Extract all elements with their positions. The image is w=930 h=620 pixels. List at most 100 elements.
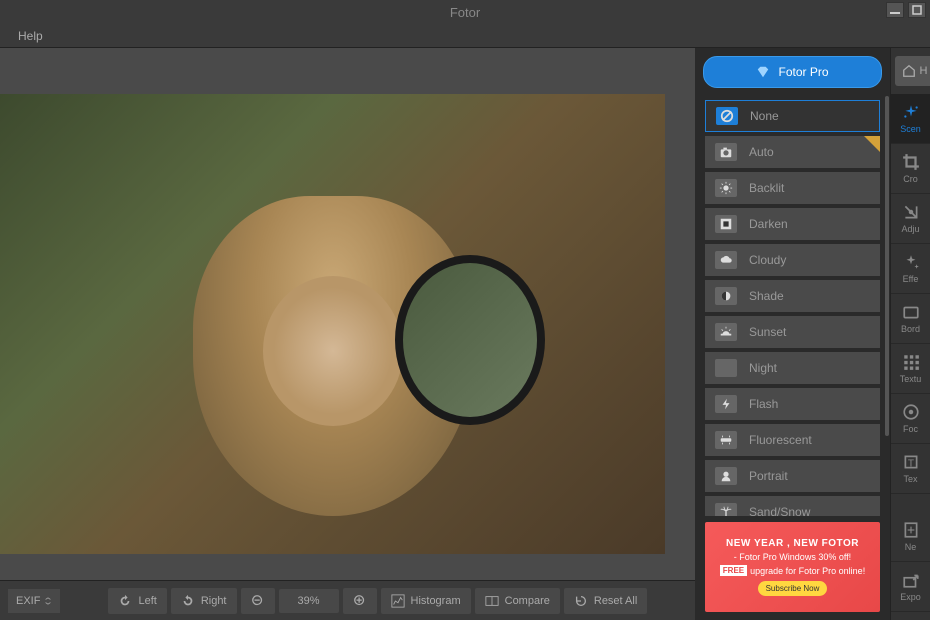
menubar: Help xyxy=(0,24,930,48)
rotate-right-button[interactable]: Right xyxy=(171,588,237,614)
reset-all-button[interactable]: Reset All xyxy=(564,588,647,614)
compare-icon xyxy=(485,594,499,608)
preset-label: None xyxy=(750,109,779,123)
texture-icon xyxy=(902,353,920,371)
bottom-toolbar: EXIF Left Right 39% His xyxy=(0,580,695,620)
preset-label: Sunset xyxy=(749,325,786,339)
maximize-button[interactable] xyxy=(908,2,926,18)
tool-label: Expo xyxy=(900,592,921,602)
reset-icon xyxy=(574,594,588,608)
histogram-icon xyxy=(391,594,405,608)
tool-label: Ne xyxy=(905,542,917,552)
focus-icon xyxy=(902,403,920,421)
tool-label: Adju xyxy=(901,224,919,234)
exif-button[interactable]: EXIF xyxy=(8,589,60,613)
border-icon xyxy=(902,303,920,321)
sunset-icon xyxy=(715,323,737,341)
moon-icon xyxy=(715,359,737,377)
preset-darken[interactable]: Darken xyxy=(705,208,880,240)
effects-icon xyxy=(902,253,920,271)
tool-effects[interactable]: Effe xyxy=(891,244,930,294)
tool-new[interactable]: Ne xyxy=(891,512,930,562)
menu-help[interactable]: Help xyxy=(10,25,51,47)
text-icon: T xyxy=(902,453,920,471)
tool-label: Effe xyxy=(903,274,919,284)
preset-label: Portrait xyxy=(749,469,788,483)
preset-cloudy[interactable]: Cloudy xyxy=(705,244,880,276)
preset-label: Flash xyxy=(749,397,778,411)
canvas-area: EXIF Left Right 39% His xyxy=(0,48,695,620)
home-icon xyxy=(902,64,916,78)
portrait-icon xyxy=(715,467,737,485)
compare-button[interactable]: Compare xyxy=(475,588,560,614)
zoom-in-icon xyxy=(353,594,367,608)
minimize-button[interactable] xyxy=(886,2,904,18)
canvas-viewport[interactable] xyxy=(0,48,695,580)
diamond-icon xyxy=(756,65,770,79)
preset-list: None Auto Backlit Darken Cloudy Shade Sunset Ni… xyxy=(695,96,890,516)
export-icon xyxy=(902,571,920,589)
preset-label: Shade xyxy=(749,289,784,303)
scrollbar[interactable] xyxy=(885,96,889,436)
preset-night[interactable]: Night xyxy=(705,352,880,384)
preset-label: Night xyxy=(749,361,777,375)
rotate-left-button[interactable]: Left xyxy=(108,588,166,614)
app-title: Fotor xyxy=(450,5,480,20)
right-panel: Fotor Pro None Auto Backlit Darken Cloudy Sha… xyxy=(695,48,930,620)
sun-camera-icon xyxy=(715,179,737,197)
preset-backlit[interactable]: Backlit xyxy=(705,172,880,204)
adjust-icon xyxy=(902,203,920,221)
tool-text[interactable]: T Tex xyxy=(891,444,930,494)
camera-icon xyxy=(715,143,737,161)
tool-sidebar: H Scen Cro Adju Effe Bord Textu Foc T Tex Ne Expo xyxy=(890,48,930,620)
titlebar: Fotor xyxy=(0,0,930,24)
tool-label: Foc xyxy=(903,424,918,434)
tool-export[interactable]: Expo xyxy=(891,562,930,612)
fluorescent-icon xyxy=(715,431,737,449)
zoom-level[interactable]: 39% xyxy=(279,589,339,613)
shade-icon xyxy=(715,287,737,305)
tool-texture[interactable]: Textu xyxy=(891,344,930,394)
preset-fluorescent[interactable]: Fluorescent xyxy=(705,424,880,456)
preset-sandsnow[interactable]: Sand/Snow xyxy=(705,496,880,516)
tool-sparkle[interactable]: Scen xyxy=(891,94,930,144)
preset-label: Cloudy xyxy=(749,253,786,267)
tool-focus[interactable]: Foc xyxy=(891,394,930,444)
svg-text:T: T xyxy=(907,459,913,470)
edited-image xyxy=(0,94,665,554)
preset-auto[interactable]: Auto xyxy=(705,136,880,168)
tool-adjust[interactable]: Adju xyxy=(891,194,930,244)
palm-icon xyxy=(715,503,737,516)
zoom-out-button[interactable] xyxy=(241,588,275,614)
preset-label: Backlit xyxy=(749,181,784,195)
promo-banner[interactable]: NEW YEAR , NEW FOTOR - Fotor Pro Windows… xyxy=(705,522,880,612)
new-icon xyxy=(902,521,920,539)
zoom-in-button[interactable] xyxy=(343,588,377,614)
none-icon xyxy=(716,107,738,125)
cloud-icon xyxy=(715,251,737,269)
preset-label: Sand/Snow xyxy=(749,505,810,516)
tool-label: Bord xyxy=(901,324,920,334)
window-controls xyxy=(886,2,926,18)
sparkle-icon xyxy=(902,103,920,121)
fotor-pro-button[interactable]: Fotor Pro xyxy=(703,56,882,88)
preset-shade[interactable]: Shade xyxy=(705,280,880,312)
rotate-left-icon xyxy=(118,594,132,608)
preset-portrait[interactable]: Portrait xyxy=(705,460,880,492)
histogram-button[interactable]: Histogram xyxy=(381,588,471,614)
preset-label: Darken xyxy=(749,217,788,231)
crop-icon xyxy=(902,153,920,171)
home-button[interactable]: H xyxy=(895,56,930,86)
preset-sunset[interactable]: Sunset xyxy=(705,316,880,348)
tool-label: Scen xyxy=(900,124,921,134)
zoom-out-icon xyxy=(251,594,265,608)
chevron-updown-icon xyxy=(44,597,52,605)
darken-icon xyxy=(715,215,737,233)
tool-crop[interactable]: Cro xyxy=(891,144,930,194)
preset-label: Fluorescent xyxy=(749,433,812,447)
tool-border[interactable]: Bord xyxy=(891,294,930,344)
preset-none[interactable]: None xyxy=(705,100,880,132)
preset-flash[interactable]: Flash xyxy=(705,388,880,420)
subscribe-button[interactable]: Subscribe Now xyxy=(758,581,828,596)
tool-label: Tex xyxy=(903,474,917,484)
